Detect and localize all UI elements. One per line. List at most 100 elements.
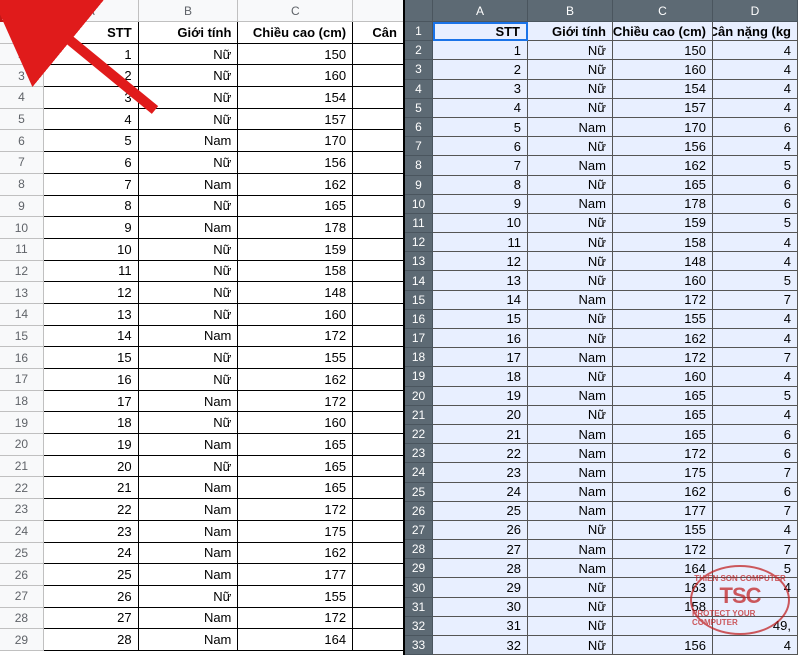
row-header[interactable]: 2: [405, 41, 433, 60]
cell-gt[interactable]: Nam: [139, 564, 239, 586]
cell-gt[interactable]: Nam: [528, 156, 613, 175]
cell-cn[interactable]: [353, 109, 403, 131]
cell-gt[interactable]: Nam: [528, 195, 613, 214]
cell-gt[interactable]: Nam: [139, 543, 239, 565]
cell-stt[interactable]: 2: [44, 65, 139, 87]
cell-stt[interactable]: 8: [44, 196, 139, 218]
cell-cc[interactable]: 162: [613, 483, 713, 502]
cell-stt[interactable]: 1: [44, 44, 139, 66]
cell-cn[interactable]: [353, 347, 403, 369]
cell-cc[interactable]: 162: [238, 174, 353, 196]
cell-cn[interactable]: [353, 586, 403, 608]
cell-gt[interactable]: Nam: [528, 425, 613, 444]
row-header[interactable]: 18: [0, 391, 44, 413]
row-header[interactable]: 6: [0, 130, 44, 152]
col-header-B[interactable]: B: [528, 0, 613, 22]
cell-cc[interactable]: 165: [613, 387, 713, 406]
cell-stt[interactable]: 8: [433, 176, 528, 195]
cell-gt[interactable]: Nam: [139, 477, 239, 499]
cell-header-stt[interactable]: STT: [433, 22, 528, 41]
cell-cn[interactable]: 4: [713, 80, 798, 99]
cell-stt[interactable]: 28: [44, 629, 139, 651]
cell-gt[interactable]: Nam: [139, 434, 239, 456]
cell-gt[interactable]: Nam: [528, 463, 613, 482]
cell-stt[interactable]: 13: [44, 304, 139, 326]
cell-cc[interactable]: 158: [238, 261, 353, 283]
row-header[interactable]: 24: [405, 463, 433, 482]
cell-cn[interactable]: [353, 217, 403, 239]
cell-gt[interactable]: Nữ: [139, 586, 239, 608]
row-header[interactable]: 9: [405, 176, 433, 195]
cell-cn[interactable]: [353, 152, 403, 174]
cell-cc[interactable]: 165: [238, 477, 353, 499]
cell-cc[interactable]: 177: [613, 502, 713, 521]
row-header[interactable]: 23: [405, 444, 433, 463]
cell-gt[interactable]: Nữ: [528, 406, 613, 425]
cell-stt[interactable]: 24: [44, 543, 139, 565]
cell-cn[interactable]: [353, 456, 403, 478]
cell-gt[interactable]: Nữ: [528, 636, 613, 655]
cell-gt[interactable]: Nữ: [528, 252, 613, 271]
cell-cn[interactable]: 4: [713, 367, 798, 386]
cell-header-gt[interactable]: Giới tính: [139, 22, 239, 44]
row-header[interactable]: 4: [405, 80, 433, 99]
cell-cn[interactable]: 4: [713, 636, 798, 655]
cell-stt[interactable]: 27: [44, 608, 139, 630]
cell-cn[interactable]: 4: [713, 329, 798, 348]
cell-cc[interactable]: 172: [238, 499, 353, 521]
col-header-D[interactable]: [353, 0, 403, 22]
cell-stt[interactable]: 32: [433, 636, 528, 655]
row-header[interactable]: 19: [0, 412, 44, 434]
row-header[interactable]: 22: [0, 477, 44, 499]
col-header-C[interactable]: C: [613, 0, 713, 22]
cell-cc[interactable]: 158: [613, 233, 713, 252]
cell-cn[interactable]: [353, 412, 403, 434]
cell-cn[interactable]: [353, 608, 403, 630]
row-header[interactable]: 15: [0, 326, 44, 348]
cell-cn[interactable]: 7: [713, 291, 798, 310]
cell-stt[interactable]: 28: [433, 559, 528, 578]
cell-cc[interactable]: 148: [613, 252, 713, 271]
row-header[interactable]: 29: [405, 559, 433, 578]
cell-stt[interactable]: 2: [433, 60, 528, 79]
cell-stt[interactable]: 5: [433, 118, 528, 137]
row-header[interactable]: 4: [0, 87, 44, 109]
cell-gt[interactable]: Nữ: [139, 282, 239, 304]
row-header[interactable]: 26: [405, 502, 433, 521]
cell-stt[interactable]: 26: [44, 586, 139, 608]
cell-cn[interactable]: [353, 629, 403, 651]
cell-stt[interactable]: 18: [433, 367, 528, 386]
cell-stt[interactable]: 22: [433, 444, 528, 463]
row-header[interactable]: 28: [405, 540, 433, 559]
cell-cn[interactable]: [353, 391, 403, 413]
cell-gt[interactable]: Nữ: [139, 369, 239, 391]
cell-gt[interactable]: Nữ: [139, 304, 239, 326]
row-header[interactable]: 11: [405, 214, 433, 233]
row-header[interactable]: 17: [0, 369, 44, 391]
cell-stt[interactable]: 26: [433, 521, 528, 540]
row-header[interactable]: 32: [405, 617, 433, 636]
cell-header-cc[interactable]: Chiều cao (cm): [238, 22, 353, 44]
cell-stt[interactable]: 14: [44, 326, 139, 348]
cell-stt[interactable]: 17: [433, 348, 528, 367]
cell-gt[interactable]: Nam: [139, 629, 239, 651]
cell-cn[interactable]: 6: [713, 444, 798, 463]
cell-cc[interactable]: 177: [238, 564, 353, 586]
cell-gt[interactable]: Nữ: [528, 521, 613, 540]
cell-gt[interactable]: Nam: [528, 387, 613, 406]
cell-cc[interactable]: 155: [613, 521, 713, 540]
cell-gt[interactable]: Nữ: [139, 152, 239, 174]
cell-stt[interactable]: 7: [44, 174, 139, 196]
cell-header-cn[interactable]: Cân: [353, 22, 403, 44]
cell-cc[interactable]: 156: [238, 152, 353, 174]
cell-gt[interactable]: Nữ: [139, 412, 239, 434]
cell-cn[interactable]: 5: [713, 214, 798, 233]
cell-cc[interactable]: 150: [613, 41, 713, 60]
row-header[interactable]: 20: [0, 434, 44, 456]
cell-gt[interactable]: Nữ: [139, 87, 239, 109]
row-header[interactable]: 9: [0, 196, 44, 218]
cell-stt[interactable]: 12: [433, 252, 528, 271]
cell-stt[interactable]: 13: [433, 271, 528, 290]
cell-header-cn[interactable]: Cân nặng (kg: [713, 22, 798, 41]
cell-gt[interactable]: Nam: [528, 348, 613, 367]
